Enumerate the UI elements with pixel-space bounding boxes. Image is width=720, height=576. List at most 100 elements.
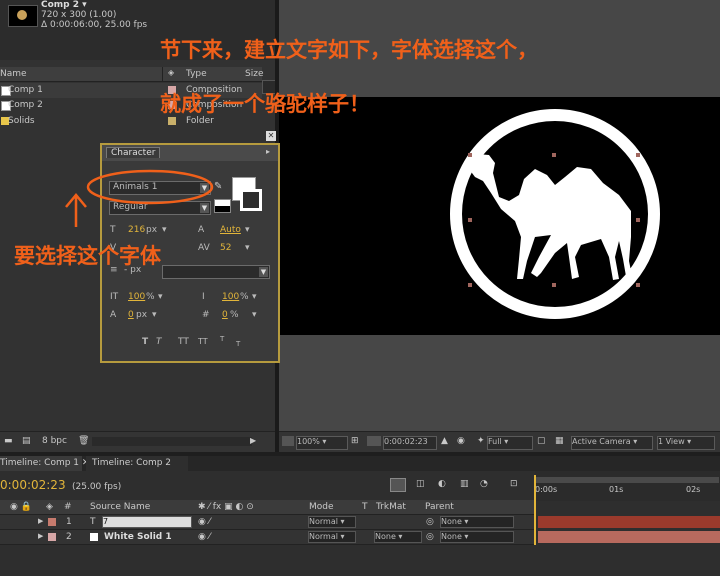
all-caps-button[interactable]: TT	[178, 337, 189, 347]
vertical-scale-value[interactable]: 100	[128, 292, 145, 302]
interpret-footage-icon[interactable]: ▬	[4, 436, 13, 446]
expand-arrow-icon[interactable]: ▶	[38, 532, 43, 540]
chevron-down-icon[interactable]: ▾	[158, 292, 163, 302]
parent-dropdown[interactable]: None ▾	[440, 531, 514, 543]
track-matte-value: None	[375, 532, 396, 541]
column-type[interactable]: Type	[186, 69, 207, 79]
close-icon[interactable]: ✕	[266, 131, 276, 141]
resolution-dropdown[interactable]: Full ▾	[487, 436, 533, 450]
tsume-value[interactable]: 0	[222, 310, 228, 320]
layer-switches[interactable]: ◉ ⁄	[198, 532, 210, 542]
chevron-down-icon[interactable]: ▾	[245, 225, 250, 235]
chevron-down-icon[interactable]: ▾	[252, 292, 257, 302]
show-snapshot-icon[interactable]: ▲	[441, 436, 448, 446]
layer-name-field[interactable]: 7	[102, 516, 192, 528]
layer-duration-bar[interactable]	[538, 516, 720, 528]
pickwhip-icon[interactable]: ◎	[426, 532, 434, 542]
zoom-dropdown[interactable]: 100% ▾	[296, 436, 348, 450]
av-features-icon[interactable]: ◉ 🔒	[10, 502, 32, 512]
tab-character[interactable]: Character	[106, 147, 161, 158]
chevron-down-icon[interactable]: ▾	[245, 243, 250, 253]
motion-blur-icon[interactable]: ◔	[480, 479, 488, 489]
snapshot-icon[interactable]	[367, 436, 381, 446]
layer-duration-bar[interactable]	[538, 531, 720, 543]
track-matte-dropdown[interactable]: None ▾	[374, 531, 422, 543]
camel-text-layer[interactable]	[279, 97, 720, 335]
layer-name[interactable]: White Solid 1	[104, 532, 172, 542]
grid-icon[interactable]: ⊞	[351, 436, 359, 446]
project-column-header: Name ◈ Type Size	[0, 67, 263, 82]
column-source-name[interactable]: Source Name	[90, 502, 150, 512]
faux-italic-button[interactable]: T	[156, 337, 162, 347]
column-number[interactable]: #	[64, 502, 72, 512]
parent-dropdown[interactable]: None ▾	[440, 516, 514, 528]
hide-shy-icon[interactable]: ◐	[438, 479, 446, 489]
blend-mode-dropdown[interactable]: Normal ▾	[308, 516, 356, 528]
label-column-icon[interactable]: ◈	[46, 502, 53, 512]
region-of-interest-icon[interactable]: ▢	[537, 436, 546, 446]
blend-mode-value: Normal	[309, 532, 338, 541]
switches-icons[interactable]: ✱ ⁄ fx ▣ ◐ ⊙	[198, 502, 254, 512]
stroke-color-swatch[interactable]	[240, 189, 262, 211]
horizontal-scale-unit: %	[240, 292, 249, 302]
work-area-bar[interactable]	[535, 477, 719, 483]
camera-dropdown[interactable]: Active Camera ▾	[571, 436, 653, 450]
column-trkmat[interactable]: TrkMat	[376, 502, 406, 512]
frame-blending-icon[interactable]: ▥	[460, 479, 469, 489]
show-channel-icon[interactable]: ◉	[457, 436, 465, 446]
timecode-display[interactable]: 0:00:02:23	[383, 436, 437, 450]
new-folder-icon[interactable]: ▤	[22, 436, 31, 446]
column-name[interactable]: Name	[0, 69, 27, 79]
draft-3d-icon[interactable]: ◫	[416, 479, 425, 489]
label-column-icon[interactable]: ◈	[168, 68, 174, 77]
time-ruler[interactable]: 0:00s 01s 02s	[535, 471, 720, 501]
column-parent[interactable]: Parent	[425, 502, 454, 512]
always-preview-icon[interactable]	[282, 436, 294, 446]
horizontal-scale-value[interactable]: 100	[222, 292, 239, 302]
superscript-button[interactable]: T	[220, 335, 224, 343]
tab-timeline-comp-1[interactable]: Timeline: Comp 1 ✕	[0, 456, 89, 471]
label-color[interactable]	[48, 518, 56, 526]
item-name: Solids	[8, 116, 35, 126]
expand-arrow-icon[interactable]: ▶	[38, 517, 43, 525]
trash-icon[interactable]: 🗑	[78, 436, 89, 446]
label-color[interactable]	[48, 533, 56, 541]
small-caps-button[interactable]: TT	[198, 337, 208, 346]
timeline-layer-row[interactable]: ▶ 2 White Solid 1 ◉ ⁄ Normal ▾ None ▾ ◎ …	[0, 530, 535, 545]
transparency-grid-icon[interactable]: ▦	[555, 436, 564, 446]
live-update-icon[interactable]	[390, 478, 406, 492]
blend-mode-dropdown[interactable]: Normal ▾	[308, 531, 356, 543]
current-time[interactable]: 0:00:02:23	[0, 478, 66, 492]
view-layout-value: 1 View	[658, 437, 685, 446]
tab-timeline-comp-2[interactable]: Timeline: Comp 2	[86, 456, 188, 471]
column-t[interactable]: T	[362, 502, 368, 512]
baseline-shift-value[interactable]: 0	[128, 310, 134, 320]
chevron-down-icon: ▼	[259, 267, 268, 277]
scroll-right-icon[interactable]: ▶	[250, 436, 256, 445]
color-channels-icon[interactable]: ✦	[477, 436, 485, 446]
stroke-style-dropdown[interactable]: ▼	[162, 265, 270, 279]
layer-switches[interactable]: ◉ ⁄	[198, 517, 210, 527]
comp-name[interactable]: Comp 2 ▾	[41, 0, 87, 10]
view-layout-dropdown[interactable]: 1 View ▾	[657, 436, 715, 450]
column-divider	[162, 67, 163, 81]
timeline-layer-row[interactable]: ▶ 1 T 7 ◉ ⁄ Normal ▾ ◎ None ▾	[0, 515, 535, 530]
layer-number: 2	[66, 532, 72, 542]
graph-editor-icon[interactable]: ⊡	[510, 479, 518, 489]
panel-menu-icon[interactable]: ▸	[266, 147, 270, 156]
faux-bold-button[interactable]: T	[142, 337, 148, 347]
subscript-button[interactable]: T	[236, 340, 240, 348]
column-mode[interactable]: Mode	[309, 502, 334, 512]
chevron-down-icon[interactable]: ▾	[152, 310, 157, 320]
parent-value: None	[441, 532, 462, 541]
current-time-indicator[interactable]	[534, 475, 536, 545]
chevron-down-icon[interactable]: ▾	[252, 310, 257, 320]
horizontal-scrollbar[interactable]	[92, 437, 252, 446]
resolution-value: Full	[488, 437, 502, 446]
label-color[interactable]	[168, 117, 176, 125]
pickwhip-icon[interactable]: ◎	[426, 517, 434, 527]
bpc-toggle[interactable]: 8 bpc	[42, 436, 67, 446]
frame-rate: (25.00 fps)	[72, 482, 122, 492]
tsume-icon: #	[202, 310, 210, 320]
column-size[interactable]: Size	[245, 69, 263, 79]
